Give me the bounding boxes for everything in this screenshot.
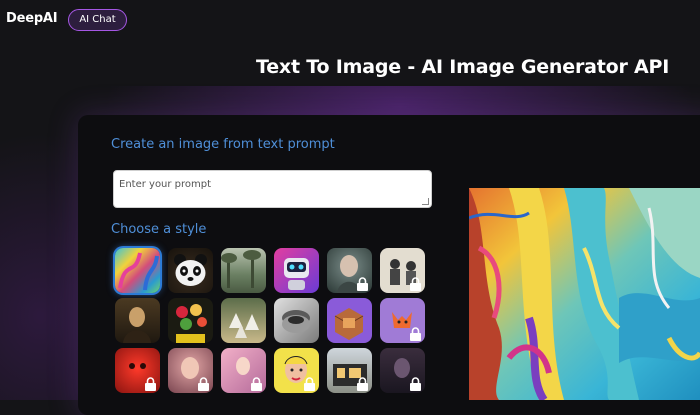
style-tile-isometric-room[interactable] [327, 298, 372, 343]
generated-image-preview [469, 188, 700, 400]
dancers-thumbnail [229, 313, 259, 338]
flowers-thumbnail [176, 304, 207, 343]
isometric-thumbnail [334, 308, 364, 340]
style-tile-soft-portrait[interactable] [168, 348, 213, 393]
lock-icon [410, 377, 421, 391]
style-tile-pink-figure[interactable] [221, 348, 266, 393]
robot-thumbnail [284, 258, 309, 290]
landscape-thumbnail [221, 250, 261, 288]
choose-style-label: Choose a style [111, 222, 207, 237]
style-tile-modern-house[interactable] [327, 348, 372, 393]
style-tile-robot[interactable] [274, 248, 319, 293]
panda-thumbnail [174, 254, 207, 286]
style-tile-red-creature[interactable] [115, 348, 160, 393]
deepai-logo[interactable]: DeepAI [6, 11, 58, 26]
top-navigation: DeepAI AI Chat [0, 0, 700, 42]
metal-thumbnail [282, 310, 310, 333]
page-title: Text To Image - AI Image Generator API [256, 56, 670, 78]
style-tile-dark-figure[interactable] [380, 348, 425, 393]
lock-icon [410, 327, 421, 341]
abstract-artwork [469, 188, 700, 400]
style-tile-misty-landscape[interactable] [221, 248, 266, 293]
style-tile-pop-art-face[interactable] [274, 348, 319, 393]
style-tile-metal-object[interactable] [274, 298, 319, 343]
style-tile-fox-character[interactable] [380, 298, 425, 343]
lock-icon [357, 277, 368, 291]
create-image-label: Create an image from text prompt [111, 137, 335, 152]
style-tile-vintage-sketch[interactable] [380, 248, 425, 293]
lock-icon [410, 277, 421, 291]
prompt-input[interactable]: Enter your prompt [113, 170, 432, 208]
style-grid [115, 248, 425, 393]
lock-icon [251, 377, 262, 391]
resize-handle-icon[interactable] [422, 198, 429, 205]
style-tile-flower-bouquet[interactable] [168, 298, 213, 343]
style-tile-ballet-dancers[interactable] [221, 298, 266, 343]
classic-portrait-thumbnail [123, 307, 151, 343]
abstract-art-thumbnail [118, 252, 159, 291]
style-tile-abstract-painting[interactable] [115, 248, 160, 293]
lock-icon [198, 377, 209, 391]
ai-chat-button[interactable]: AI Chat [68, 9, 127, 31]
lock-icon [145, 377, 156, 391]
lock-icon [304, 377, 315, 391]
style-tile-portrait-woman[interactable] [327, 248, 372, 293]
style-tile-panda[interactable] [168, 248, 213, 293]
prompt-placeholder: Enter your prompt [119, 179, 212, 190]
lock-icon [357, 377, 368, 391]
style-tile-classic-portrait[interactable] [115, 298, 160, 343]
